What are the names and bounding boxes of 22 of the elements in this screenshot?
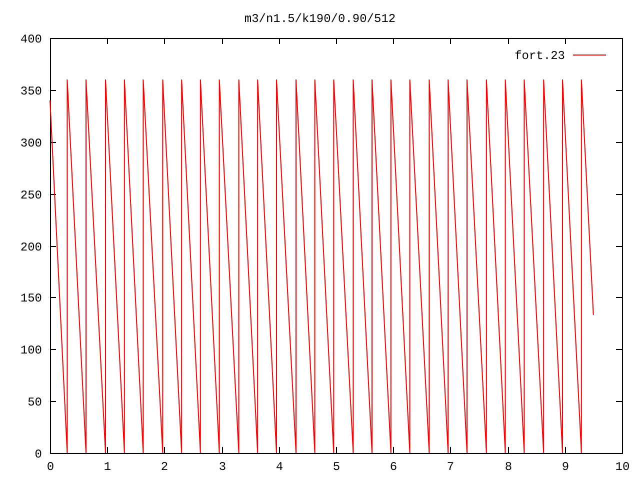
x-tick-label: 9 <box>562 460 570 474</box>
x-tick-label: 0 <box>46 460 54 474</box>
x-tick-label: 6 <box>390 460 398 474</box>
chart-title: m3/n1.5/k190/0.90/512 <box>244 12 396 26</box>
x-tick-label: 10 <box>615 460 630 474</box>
y-tick-label: 0 <box>34 448 42 462</box>
y-tick-label: 300 <box>20 136 42 150</box>
legend-label: fort.23 <box>514 49 565 63</box>
y-tick-label: 400 <box>20 32 42 46</box>
x-tick-label: 3 <box>218 460 226 474</box>
x-tick-label: 4 <box>276 460 284 474</box>
y-tick-label: 350 <box>20 84 42 98</box>
x-tick-label: 1 <box>104 460 112 474</box>
x-tick-label: 7 <box>446 460 454 474</box>
x-tick-label: 8 <box>504 460 512 474</box>
x-tick-label: 2 <box>160 460 168 474</box>
y-tick-label: 100 <box>20 344 42 358</box>
y-tick-label: 250 <box>20 188 42 202</box>
x-tick-label: 5 <box>332 460 340 474</box>
y-tick-label: 150 <box>20 292 42 306</box>
y-tick-label: 200 <box>20 240 42 254</box>
y-tick-label: 50 <box>28 396 42 410</box>
